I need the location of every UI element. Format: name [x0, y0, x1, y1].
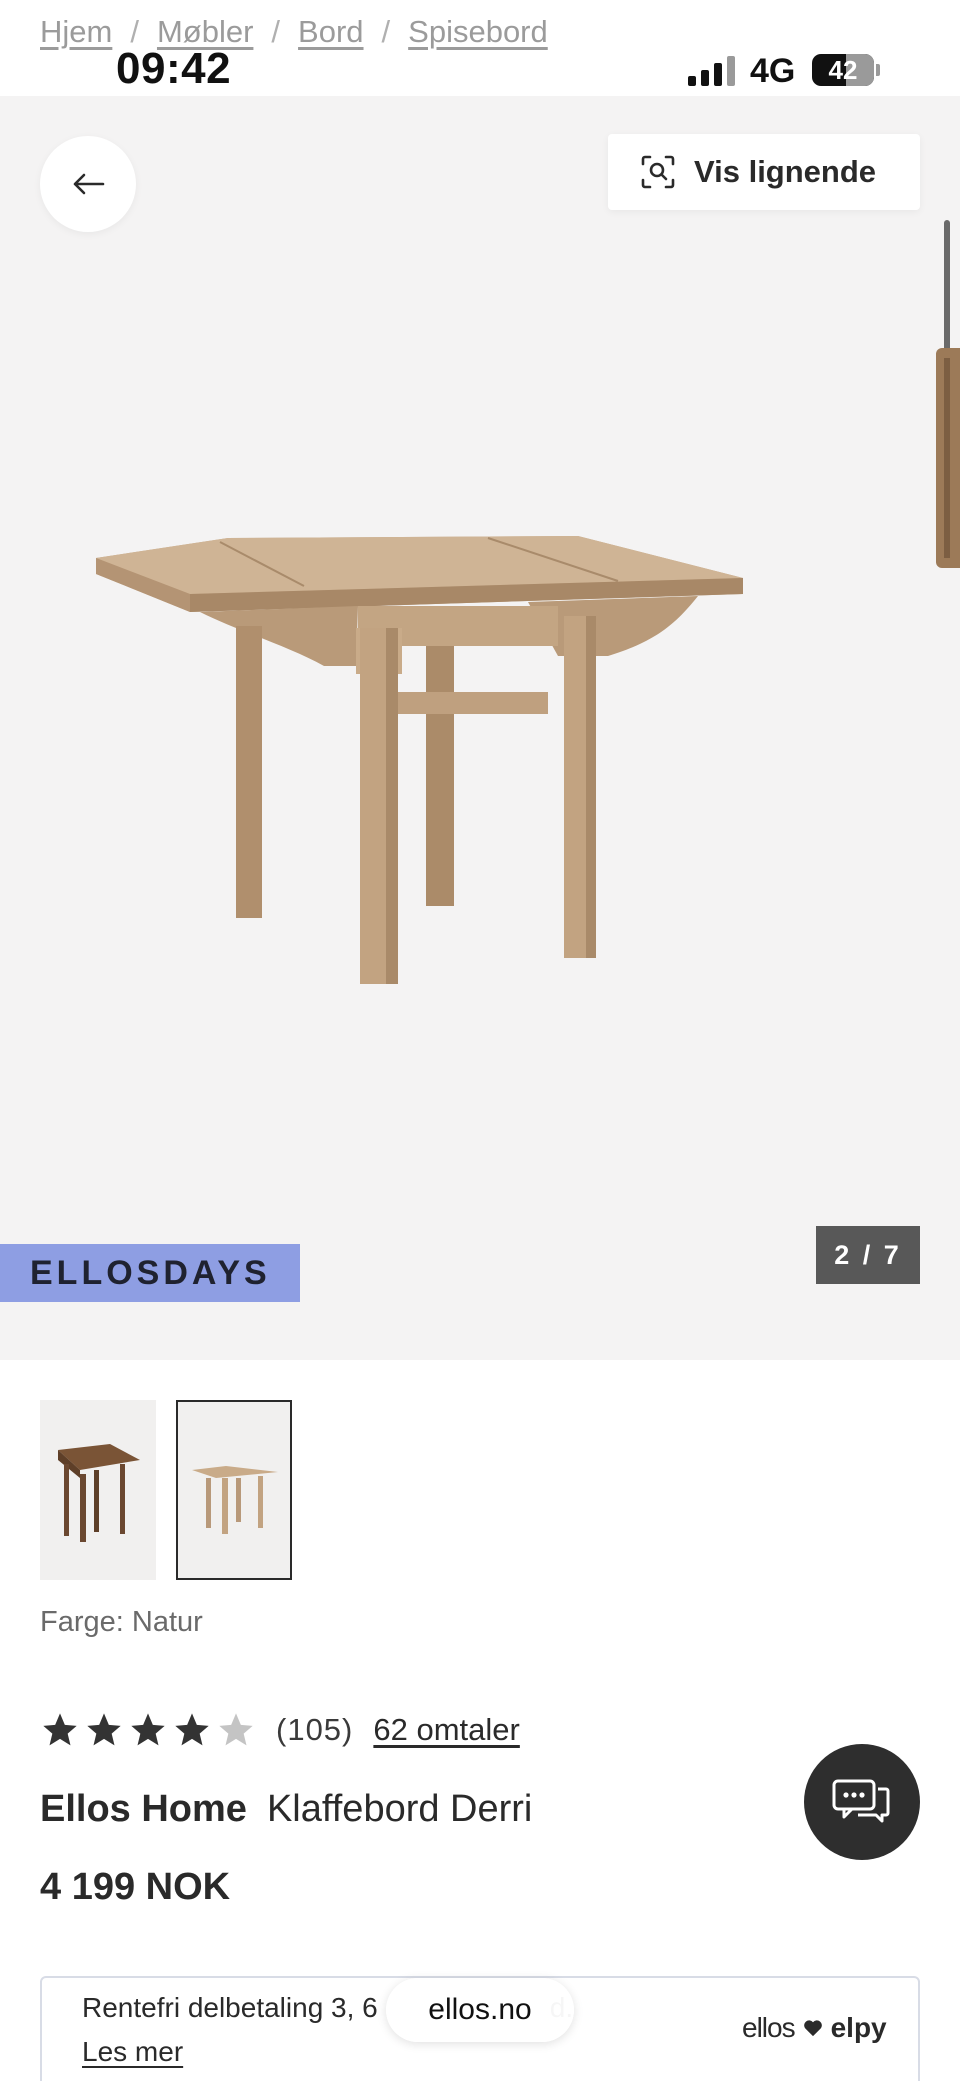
breadcrumb-tables[interactable]: Bord	[298, 14, 363, 50]
status-time: 09:42	[116, 44, 232, 93]
battery-tip	[876, 64, 880, 76]
thumbnail-image	[58, 1444, 140, 1542]
browser-url-bar[interactable]: ellos.no	[386, 1978, 574, 2042]
thumbnail-dark-wood[interactable]	[40, 1400, 156, 1580]
financing-read-more-link[interactable]: Les mer	[82, 2036, 183, 2068]
promo-badge: ELLOSDAYS	[0, 1244, 300, 1302]
battery-level: 42	[828, 54, 858, 85]
visual-search-label: Vis lignende	[694, 154, 877, 189]
thumbnail-list	[40, 1400, 292, 1580]
signal-icon	[688, 56, 735, 86]
color-label: Farge: Natur	[40, 1606, 203, 1638]
star-icon	[87, 1713, 121, 1746]
breadcrumb-dining-tables[interactable]: Spisebord	[408, 14, 548, 50]
product-title: Ellos Home Klaffebord Derri	[40, 1788, 532, 1831]
star-icon	[131, 1713, 165, 1746]
ellos-logo-text: ellos	[742, 2012, 796, 2043]
chat-icon	[832, 1779, 890, 1823]
breadcrumb-home[interactable]: Hjem	[40, 14, 112, 50]
breadcrumb-separator: /	[381, 14, 391, 49]
product-gallery[interactable]: Vis lignende ELLOSDAYS 2 / 7	[0, 96, 960, 1360]
heart-icon	[803, 2020, 822, 2037]
thumbnail-image	[192, 1466, 278, 1534]
ellos-elpy-logo: ellos elpy	[742, 2012, 887, 2044]
financing-text-start: Rentefri delbetaling 3, 6	[82, 1992, 378, 2023]
network-type: 4G	[750, 52, 796, 90]
rating-row: (105) 62 omtaler	[40, 1710, 520, 1750]
star-empty-icon	[219, 1713, 253, 1746]
visual-search-icon	[641, 155, 675, 189]
rating-count: (105)	[276, 1712, 354, 1747]
battery-icon: 42	[812, 54, 874, 86]
back-arrow-icon	[73, 173, 105, 195]
back-button[interactable]	[40, 136, 136, 232]
elpy-logo-text: elpy	[830, 2012, 887, 2043]
star-icon	[43, 1713, 77, 1746]
chat-button[interactable]	[804, 1744, 920, 1860]
product-name: Klaffebord Derri	[266, 1788, 533, 1830]
reviews-link[interactable]: 62 omtaler	[373, 1712, 519, 1748]
star-rating	[40, 1710, 256, 1750]
breadcrumb-separator: /	[271, 14, 281, 49]
status-bar: Hjem / Møbler / Bord / Spisebord 09:42 4…	[0, 0, 960, 96]
product-image[interactable]	[88, 456, 748, 1106]
product-brand[interactable]: Ellos Home	[40, 1788, 247, 1831]
thumbnail-natural-wood[interactable]	[176, 1400, 292, 1580]
image-counter: 2 / 7	[816, 1226, 920, 1284]
product-price: 4 199 NOK	[40, 1866, 231, 1908]
star-icon	[175, 1713, 209, 1746]
next-image-peek[interactable]	[936, 348, 960, 568]
visual-search-button[interactable]: Vis lignende	[608, 134, 920, 210]
